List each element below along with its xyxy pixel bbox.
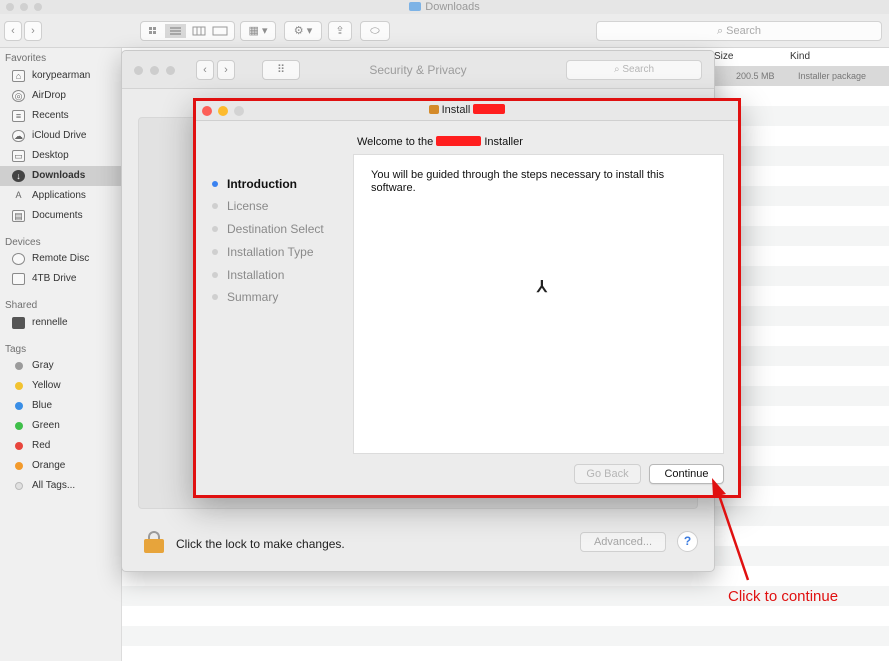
annotation-arrow (712, 478, 750, 581)
annotation-label: Click to continue (728, 588, 839, 605)
